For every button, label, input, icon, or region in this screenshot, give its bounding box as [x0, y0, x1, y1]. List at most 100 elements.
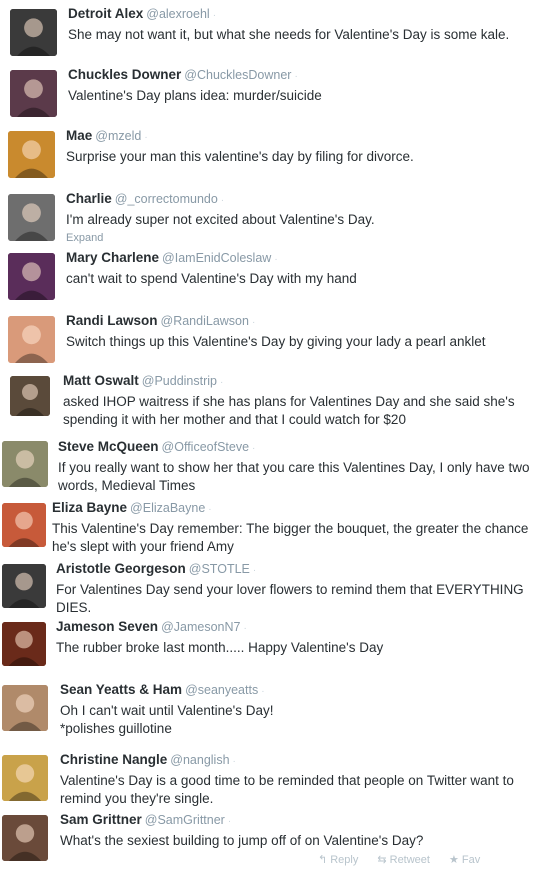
author-handle[interactable]: @OfficeofSteve [162, 440, 250, 454]
author-handle[interactable]: @seanyeatts [185, 683, 258, 697]
tweet-text: spending it with her mother and that I c… [63, 412, 406, 427]
avatar[interactable] [10, 9, 57, 56]
author-handle[interactable]: @alexroehl [146, 7, 209, 21]
tweet-content: Chuckles Downer @ChucklesDowner · Valentine… [68, 67, 548, 105]
reply-button[interactable]: ↰ Reply [318, 854, 358, 866]
avatar-photo [8, 194, 55, 241]
author-name[interactable]: Sean Yeatts & Ham [60, 682, 182, 697]
avatar-photo [2, 685, 48, 731]
avatar-photo [10, 70, 57, 117]
tweet-text: What's the sexiest building to jump off … [60, 833, 424, 848]
tweet-text: For Valentines Day send your lover flowe… [56, 582, 524, 597]
star-icon: ★ [449, 854, 459, 866]
author-handle[interactable]: @IamEnidColeslaw [162, 251, 271, 265]
favorite-button[interactable]: ★ Fav [449, 854, 480, 866]
avatar[interactable] [2, 503, 46, 547]
author-handle[interactable]: @JamesonN7 [161, 620, 240, 634]
avatar-photo [2, 755, 48, 801]
avatar[interactable] [8, 253, 55, 300]
tweet-text: Valentine's Day is a good time to be rem… [60, 773, 514, 788]
avatar-photo [2, 441, 48, 487]
tweet-text: This Valentine's Day remember: The bigge… [52, 521, 529, 536]
separator-dot: · [144, 132, 148, 143]
tweet-content: Steve McQueen @OfficeofSteve · If you reall… [58, 439, 548, 495]
tweet-text: DIES. [56, 600, 92, 615]
separator-dot: · [274, 254, 278, 265]
author-name[interactable]: Jameson Seven [56, 619, 158, 634]
tweet-header: Steve McQueen @OfficeofSteve · [58, 439, 548, 457]
tweet-content: Mae @mzeld · Surprise your man this valenti… [66, 128, 548, 166]
author-handle[interactable]: @STOTLE [189, 562, 250, 576]
tweet-content: Eliza Bayne @ElizaBayne · This Valentine's … [52, 500, 548, 556]
avatar-photo [10, 9, 57, 56]
avatar[interactable] [8, 316, 55, 363]
separator-dot: · [294, 71, 298, 82]
avatar-photo [2, 564, 46, 608]
avatar-photo [2, 622, 46, 666]
retweet-button[interactable]: ⇆ Retweet [377, 854, 430, 866]
author-handle[interactable]: @_correctomundo [115, 192, 218, 206]
separator-dot: · [220, 195, 225, 206]
separator-dot: · [208, 504, 212, 515]
author-name[interactable]: Steve McQueen [58, 439, 159, 454]
tweet-content: Jameson Seven @JamesonN7 · The rubber broke… [56, 619, 548, 657]
avatar[interactable] [2, 622, 46, 666]
tweet-header: Mae @mzeld · [66, 128, 548, 146]
tweet-header: Charlie @_correctomundo · [66, 191, 548, 209]
tweet-content: Sam Grittner @SamGrittner · What's the sexi… [60, 812, 548, 850]
avatar-photo [8, 253, 55, 300]
author-name[interactable]: Eliza Bayne [52, 500, 127, 515]
retweet-icon: ⇆ [377, 854, 387, 866]
author-handle[interactable]: @ElizaBayne [130, 501, 205, 515]
avatar[interactable] [2, 755, 48, 801]
tweet-content: Sean Yeatts & Ham @seanyeatts · Oh I can't … [60, 682, 548, 738]
tweet-header: Sam Grittner @SamGrittner · [60, 812, 548, 830]
tweet-text: Oh I can't wait until Valentine's Day! [60, 703, 274, 718]
avatar-photo [8, 316, 55, 363]
avatar[interactable] [2, 815, 48, 861]
author-name[interactable]: Detroit Alex [68, 6, 143, 21]
tweet-content: Aristotle Georgeson @STOTLE · For Valentine… [56, 561, 548, 617]
author-name[interactable]: Mary Charlene [66, 250, 159, 265]
separator-dot: · [261, 686, 265, 697]
author-handle[interactable]: @ChucklesDowner [184, 68, 291, 82]
tweet-header: Sean Yeatts & Ham @seanyeatts · [60, 682, 548, 700]
tweet-text: words, Medieval Times [58, 478, 196, 493]
author-handle[interactable]: @mzeld [95, 129, 141, 143]
tweet-content: Matt Oswalt @Puddinstrip · asked IHOP waitr… [63, 373, 548, 429]
author-name[interactable]: Sam Grittner [60, 812, 142, 827]
tweet-header: Randi Lawson @RandiLawson · [66, 313, 548, 331]
tweet-header: Chuckles Downer @ChucklesDowner · [68, 67, 548, 85]
tweet-header: Mary Charlene @IamEnidColeslaw · [66, 250, 548, 268]
author-name[interactable]: Randi Lawson [66, 313, 158, 328]
author-handle[interactable]: @RandiLawson [161, 314, 249, 328]
avatar[interactable] [8, 131, 55, 178]
tweet-content: Charlie @_correctomundo · I'm already super… [66, 191, 548, 244]
author-name[interactable]: Charlie [66, 191, 112, 206]
author-name[interactable]: Matt Oswalt [63, 373, 139, 388]
reply-icon: ↰ [318, 854, 328, 866]
tweet-header: Matt Oswalt @Puddinstrip · [63, 373, 548, 391]
avatar[interactable] [10, 376, 50, 416]
author-handle[interactable]: @nanglish [170, 753, 229, 767]
separator-dot: · [251, 317, 256, 328]
expand-link[interactable]: Expand [66, 232, 548, 244]
avatar[interactable] [2, 564, 46, 608]
tweet-text: Surprise your man this valentine's day b… [66, 149, 414, 164]
author-name[interactable]: Aristotle Georgeson [56, 561, 186, 576]
tweet-header: Aristotle Georgeson @STOTLE · [56, 561, 548, 579]
author-handle[interactable]: @Puddinstrip [142, 374, 217, 388]
author-handle[interactable]: @SamGrittner [145, 813, 225, 827]
tweet-header: Detroit Alex @alexroehl · [68, 6, 548, 24]
separator-dot: · [220, 377, 224, 388]
tweet-text: *polishes guillotine [60, 721, 172, 736]
tweet-text: If you really want to show her that you … [58, 460, 530, 475]
author-name[interactable]: Christine Nangle [60, 752, 167, 767]
separator-dot: · [252, 565, 257, 576]
author-name[interactable]: Mae [66, 128, 92, 143]
avatar[interactable] [2, 685, 48, 731]
avatar[interactable] [2, 441, 48, 487]
avatar[interactable] [8, 194, 55, 241]
author-name[interactable]: Chuckles Downer [68, 67, 181, 82]
avatar[interactable] [10, 70, 57, 117]
